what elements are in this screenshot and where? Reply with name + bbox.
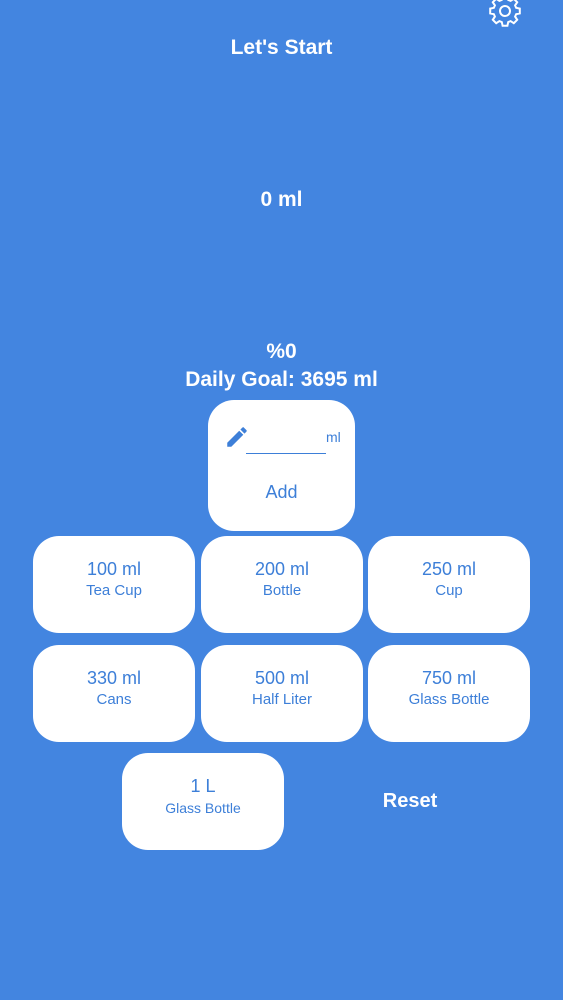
- daily-goal: Daily Goal: 3695 ml: [185, 368, 378, 391]
- drink-quantity: 330 ml: [86, 668, 142, 688]
- drink-label: Glass Bottle: [165, 800, 241, 816]
- page-title: Let's Start: [230, 36, 333, 59]
- drink-quantity: 250 ml: [421, 559, 477, 579]
- drink-label: Tea Cup: [86, 582, 142, 599]
- drink-quantity: 100 ml: [86, 559, 142, 579]
- drink-button-half-liter[interactable]: 500 ml Half Liter: [201, 645, 363, 742]
- custom-amount-card: ml Add: [208, 400, 355, 531]
- settings-button[interactable]: [488, 0, 522, 28]
- drink-label: Cans: [96, 691, 132, 708]
- drink-quantity: 1 L: [190, 776, 216, 796]
- progress-percent: %0: [266, 340, 297, 363]
- drink-quantity: 200 ml: [254, 559, 310, 579]
- custom-amount-input[interactable]: [246, 424, 326, 454]
- consumed-amount: 0 ml: [260, 188, 303, 211]
- reset-button[interactable]: Reset: [350, 790, 470, 813]
- unit-label: ml: [326, 429, 341, 445]
- drink-label: Glass Bottle: [408, 691, 490, 708]
- drink-label: Half Liter: [251, 691, 313, 708]
- drink-button-liter-glass-bottle[interactable]: 1 L Glass Bottle: [122, 753, 284, 850]
- add-button[interactable]: Add: [208, 482, 355, 503]
- drink-quantity: 750 ml: [421, 668, 477, 688]
- drink-quantity: 500 ml: [254, 668, 310, 688]
- drink-button-glass-bottle[interactable]: 750 ml Glass Bottle: [368, 645, 530, 742]
- drink-button-cans[interactable]: 330 ml Cans: [33, 645, 195, 742]
- drink-label: Bottle: [262, 582, 302, 599]
- drink-button-tea-cup[interactable]: 100 ml Tea Cup: [33, 536, 195, 633]
- drink-button-bottle[interactable]: 200 ml Bottle: [201, 536, 363, 633]
- gear-icon: [488, 0, 522, 28]
- drink-button-cup[interactable]: 250 ml Cup: [368, 536, 530, 633]
- drink-label: Cup: [435, 582, 463, 599]
